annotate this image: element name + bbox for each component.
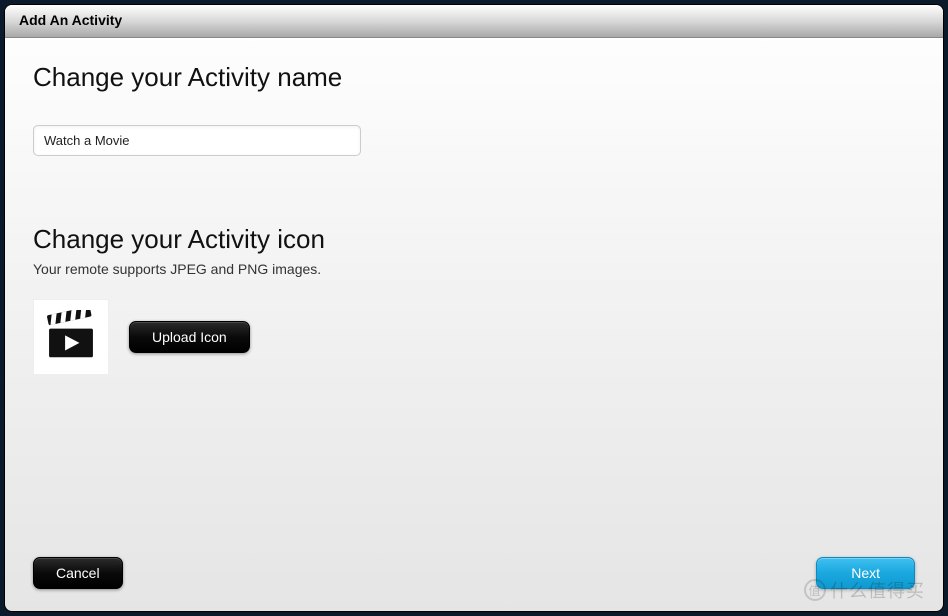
activity-icon-preview [33,299,109,375]
activity-name-input[interactable] [33,125,361,156]
icon-format-subtext: Your remote supports JPEG and PNG images… [33,261,915,277]
dialog-footer: Cancel Next [33,557,915,589]
dialog-content: Change your Activity name Change your Ac… [5,38,943,611]
upload-icon-button[interactable]: Upload Icon [129,321,250,353]
icon-row: Upload Icon [33,299,915,375]
next-button[interactable]: Next [816,557,915,589]
movie-clapperboard-icon [44,310,98,364]
cancel-button[interactable]: Cancel [33,557,123,589]
change-name-heading: Change your Activity name [33,62,915,93]
change-icon-heading: Change your Activity icon [33,224,915,255]
add-activity-dialog: Add An Activity Change your Activity nam… [4,4,944,612]
dialog-title: Add An Activity [19,12,122,28]
dialog-titlebar: Add An Activity [5,5,943,38]
